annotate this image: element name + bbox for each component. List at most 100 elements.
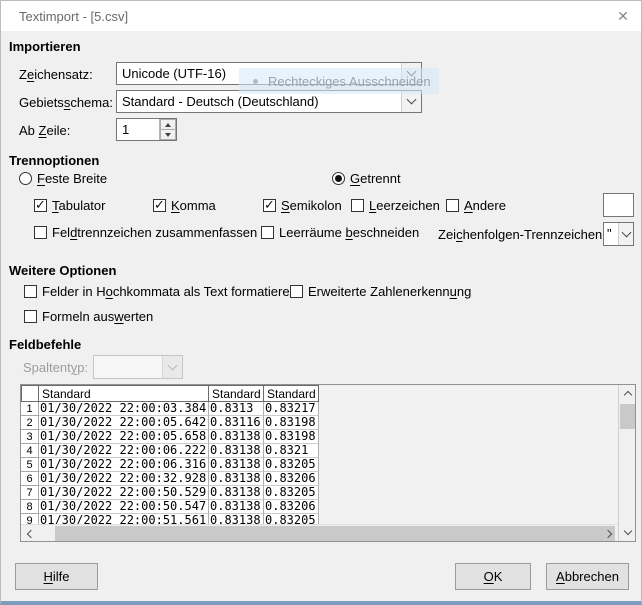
spin-up-button[interactable] xyxy=(160,119,176,130)
comma-checkbox[interactable]: Komma xyxy=(153,198,216,213)
string-delimiter-label: Zeichenfolgen-Trennzeichen: xyxy=(438,227,606,242)
locale-label: Gebietsschema: xyxy=(19,95,113,110)
table-cell: 0.83206 xyxy=(264,472,319,486)
merge-delimiters-checkbox[interactable]: Feldtrennzeichen zusammenfassen xyxy=(34,225,257,240)
trim-spaces-checkbox[interactable]: Leerräume beschneiden xyxy=(261,225,419,240)
checkbox-icon xyxy=(263,199,276,212)
ghost-overlay-text: Rechteckiges Ausschneiden xyxy=(268,74,431,89)
space-checkbox[interactable]: Leerzeichen xyxy=(351,198,440,213)
column-header[interactable]: Standard xyxy=(264,385,319,402)
table-cell: 0.83205 xyxy=(264,486,319,500)
column-type-combobox xyxy=(93,355,183,379)
chevron-left-icon xyxy=(27,529,35,537)
title-bar[interactable]: Textimport - [5.csv] ✕ xyxy=(1,1,641,31)
column-header[interactable]: Standard xyxy=(209,385,264,402)
table-row: 701/30/2022 22:00:50.5290.831380.83205 xyxy=(21,486,618,500)
column-type-value xyxy=(94,356,162,378)
cancel-button-label: Abbrechen xyxy=(556,569,619,584)
close-icon[interactable]: ✕ xyxy=(613,7,633,25)
table-row: 501/30/2022 22:00:06.3160.831380.83205 xyxy=(21,458,618,472)
space-label: Leerzeichen xyxy=(369,198,440,213)
radio-icon xyxy=(19,172,32,185)
column-header[interactable]: Standard xyxy=(39,385,209,402)
detect-numbers-label: Erweiterte Zahlenerkennung xyxy=(308,284,471,299)
table-row: 101/30/2022 22:00:03.3840.83130.83217 xyxy=(21,402,618,416)
row-number: 9 xyxy=(21,514,39,524)
table-cell: 0.8313 xyxy=(209,402,264,416)
ok-button-label: OK xyxy=(484,569,503,584)
row-number: 6 xyxy=(21,472,39,486)
checkbox-icon xyxy=(261,226,274,239)
tabulator-label: Tabulator xyxy=(52,198,105,213)
arrow-down-icon xyxy=(165,133,171,137)
table-cell: 01/30/2022 22:00:05.658 xyxy=(39,430,209,444)
vertical-scroll-thumb[interactable] xyxy=(620,404,635,429)
scroll-left-button[interactable] xyxy=(21,525,38,541)
arrow-up-icon xyxy=(165,123,171,127)
table-cell: 0.83138 xyxy=(209,430,264,444)
table-cell: 0.83138 xyxy=(209,486,264,500)
checkbox-icon xyxy=(153,199,166,212)
vertical-scrollbar[interactable] xyxy=(618,385,635,541)
checkbox-icon xyxy=(34,226,47,239)
semicolon-label: Semikolon xyxy=(281,198,342,213)
checkbox-icon xyxy=(24,310,37,323)
chevron-down-icon[interactable] xyxy=(401,91,421,112)
chevron-up-icon xyxy=(623,391,631,399)
help-button[interactable]: Hilfe xyxy=(15,563,98,590)
horizontal-scrollbar[interactable] xyxy=(21,524,618,541)
checkbox-icon xyxy=(290,285,303,298)
from-row-value: 1 xyxy=(117,119,159,140)
table-cell: 0.83138 xyxy=(209,500,264,514)
row-number: 5 xyxy=(21,458,39,472)
table-cell: 01/30/2022 22:00:06.316 xyxy=(39,458,209,472)
checkbox-icon xyxy=(446,199,459,212)
csv-preview-table[interactable]: StandardStandardStandard 101/30/2022 22:… xyxy=(20,384,636,542)
horizontal-scroll-track[interactable] xyxy=(38,525,601,541)
table-cell: 01/30/2022 22:00:03.384 xyxy=(39,402,209,416)
table-cell: 0.8321 xyxy=(264,444,319,458)
separated-label: Getrennt xyxy=(350,171,401,186)
separated-radio[interactable]: Getrennt xyxy=(332,171,401,186)
scroll-up-button[interactable] xyxy=(619,385,636,402)
table-cell: 0.83217 xyxy=(264,402,319,416)
checkbox-icon xyxy=(34,199,47,212)
table-cell: 0.83138 xyxy=(209,472,264,486)
dialog-title: Textimport - [5.csv] xyxy=(19,9,128,24)
table-cell: 01/30/2022 22:00:50.547 xyxy=(39,500,209,514)
spin-down-button[interactable] xyxy=(160,130,176,140)
chevron-down-icon[interactable] xyxy=(618,223,633,245)
quoted-as-text-checkbox[interactable]: Felder in Hochkommata als Text formatier… xyxy=(24,284,297,299)
corner-cell xyxy=(21,385,39,402)
cancel-button[interactable]: Abbrechen xyxy=(546,563,629,590)
textimport-dialog: Textimport - [5.csv] ✕ Importieren Zeich… xyxy=(0,0,642,605)
from-row-stepper[interactable]: 1 xyxy=(116,118,177,141)
horizontal-scroll-thumb[interactable] xyxy=(55,526,615,541)
table-cell: 01/30/2022 22:00:32.928 xyxy=(39,472,209,486)
merge-delimiters-label: Feldtrennzeichen zusammenfassen xyxy=(52,225,257,240)
snip-tool-ghost-overlay: Rechteckiges Ausschneiden xyxy=(239,68,439,94)
scroll-down-button[interactable] xyxy=(619,524,636,541)
other-checkbox[interactable]: Andere xyxy=(446,198,506,213)
help-button-label: Hilfe xyxy=(43,569,69,584)
fixed-width-radio[interactable]: Feste Breite xyxy=(19,171,107,186)
detect-numbers-checkbox[interactable]: Erweiterte Zahlenerkennung xyxy=(290,284,471,299)
string-delimiter-combobox[interactable]: " xyxy=(603,222,634,246)
table-cell: 0.83205 xyxy=(264,514,319,524)
section-heading-other-options: Weitere Optionen xyxy=(9,263,116,278)
chevron-down-icon xyxy=(623,527,631,535)
other-separator-input[interactable] xyxy=(603,193,634,217)
evaluate-formulas-checkbox[interactable]: Formeln auswerten xyxy=(24,309,153,324)
table-cell: 01/30/2022 22:00:05.642 xyxy=(39,416,209,430)
semicolon-checkbox[interactable]: Semikolon xyxy=(263,198,342,213)
chevron-down-icon xyxy=(162,356,182,378)
table-cell: 01/30/2022 22:00:51.561 xyxy=(39,514,209,524)
ok-button[interactable]: OK xyxy=(455,563,531,590)
row-number: 2 xyxy=(21,416,39,430)
table-cell: 0.83138 xyxy=(209,514,264,524)
tabulator-checkbox[interactable]: Tabulator xyxy=(34,198,105,213)
from-row-label: Ab Zeile: xyxy=(19,123,70,138)
table-row: 401/30/2022 22:00:06.2220.831380.8321 xyxy=(21,444,618,458)
preview-rows: 101/30/2022 22:00:03.3840.83130.83217201… xyxy=(21,402,618,524)
table-row: 301/30/2022 22:00:05.6580.831380.83198 xyxy=(21,430,618,444)
